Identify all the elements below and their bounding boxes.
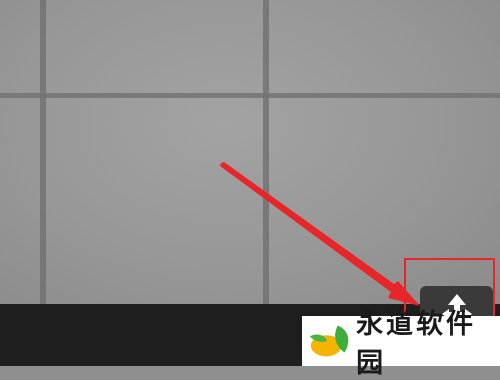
watermark-text: 永道软件园 [356,309,477,379]
leaf-logo-icon [309,325,349,357]
watermark: 永道软件园 [302,309,500,379]
